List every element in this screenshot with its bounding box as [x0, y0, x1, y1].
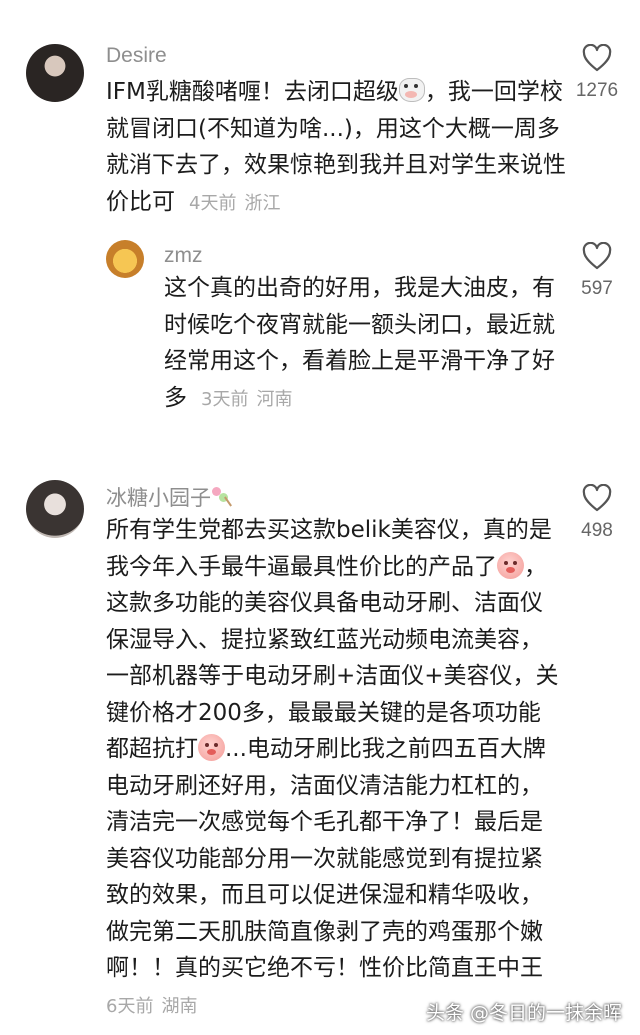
pig-face-icon	[497, 551, 524, 579]
comment-meta: 4天前 浙江	[189, 193, 280, 214]
comment-time: 4天前	[189, 192, 237, 214]
like-count: 1276	[575, 80, 619, 101]
avatar[interactable]	[26, 480, 84, 538]
comment-meta: 6天前 湖南	[106, 996, 197, 1017]
comment-text-part: IFM乳糖酸啫喱！去闭口超级	[106, 79, 399, 105]
comment-time: 6天前	[106, 995, 154, 1017]
comment-region: 浙江	[244, 192, 281, 214]
heart-icon	[582, 484, 612, 512]
comment-region: 河南	[256, 388, 293, 410]
like-count: 498	[581, 520, 613, 541]
avatar[interactable]	[106, 240, 144, 278]
heart-icon	[582, 242, 612, 270]
watermark: 头条 @冬日的一抹余晖	[425, 1002, 622, 1024]
avatar[interactable]	[26, 44, 84, 102]
like-button[interactable]: 1276	[562, 44, 632, 102]
username-text: 冰糖小园子	[106, 487, 211, 510]
pig-face-icon	[198, 734, 225, 761]
heart-icon	[582, 44, 612, 72]
comment-time: 3天前	[201, 388, 249, 410]
comment-meta: 3天前 河南	[201, 389, 292, 410]
comment-text-part: ...电动牙刷比我之前四五百大牌电动牙刷还好用，洁面仪清洁能力杠杠的，清洁完一次…	[106, 736, 546, 981]
reply-text: 这个真的出奇的好用，我是大油皮，有时候吃个夜宵就能一额头闭口，最近就经常用这个，…	[164, 270, 558, 418]
comment-text: 所有学生党都去买这款belik美容仪，真的是我今年入手最牛逼最具性价比的产品了，…	[106, 512, 562, 1025]
comment-username[interactable]: 冰糖小园子	[106, 482, 237, 512]
candy-skewer-icon	[211, 486, 237, 508]
reply-username[interactable]: zmz	[164, 244, 203, 268]
comment-username[interactable]: Desire	[106, 44, 167, 68]
like-button[interactable]: 498	[562, 484, 632, 542]
comment-text-part: 所有学生党都去买这款belik美容仪，真的是我今年入手最牛逼最具性价比的产品了	[106, 517, 552, 580]
comment-text-part: ，这款多功能的美容仪具备电动牙刷、洁面仪保湿导入、提拉紧致红蓝光动频电流美容，一…	[106, 553, 559, 763]
comment-region: 湖南	[161, 995, 198, 1017]
cow-face-icon	[398, 78, 425, 102]
comment-text: IFM乳糖酸啫喱！去闭口超级 ，我一回学校就冒闭口(不知道为啥...)，用这个大概…	[106, 74, 566, 222]
like-button[interactable]: 597	[562, 242, 632, 300]
like-count: 597	[581, 278, 613, 299]
